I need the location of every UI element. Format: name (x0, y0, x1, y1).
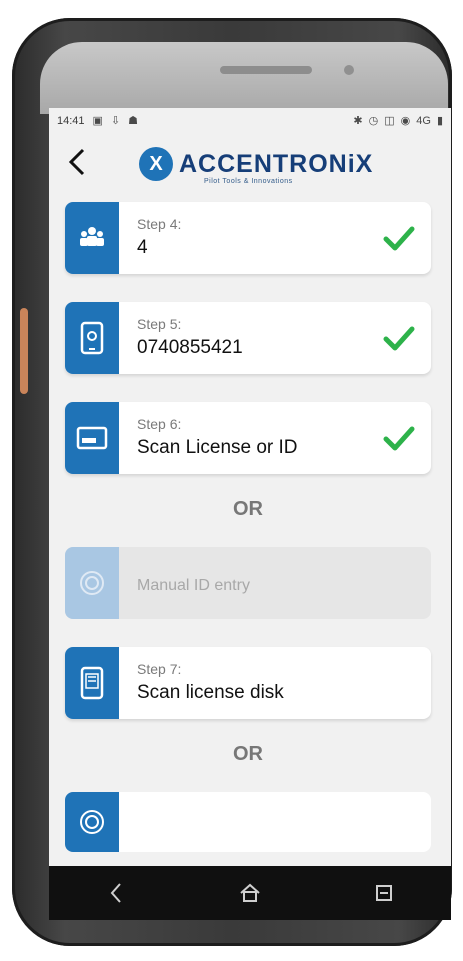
checkmark-icon (383, 426, 415, 451)
next-option-card[interactable] (65, 792, 431, 852)
manual-id-entry-card[interactable]: Manual ID entry (65, 547, 431, 619)
checkmark-icon (383, 226, 415, 251)
front-sensor (344, 65, 354, 75)
logo-mark: X (139, 147, 173, 181)
step-6-card[interactable]: Step 6: Scan License or ID (65, 402, 431, 474)
app-screen: 14:41 ▣ ⇩ ☗ ✱ ◷ ◫ ◉ 4G ▮ X ACCENTRONiX P… (49, 108, 451, 920)
phone-device: 14:41 ▣ ⇩ ☗ ✱ ◷ ◫ ◉ 4G ▮ X ACCENTRONiX P… (12, 18, 452, 946)
accentronix-logo: X ACCENTRONiX (139, 146, 373, 182)
chevron-left-icon (68, 148, 85, 176)
or-separator: OR (233, 498, 263, 520)
battery-icon: ▮ (436, 114, 443, 127)
step-4-card[interactable]: Step 4: 4 (65, 202, 431, 274)
app-header: X ACCENTRONiX Pilot Tools & Innovations (49, 134, 451, 192)
image-icon: ▣ (92, 114, 103, 127)
nav-back-button[interactable] (98, 875, 134, 911)
nav-back-icon (110, 883, 121, 903)
step-value: Scan License or ID (137, 437, 298, 458)
status-bar: 14:41 ▣ ⇩ ☗ ✱ ◷ ◫ ◉ 4G ▮ (49, 108, 451, 134)
people-icon (65, 202, 119, 274)
phone-icon (65, 302, 119, 374)
accessibility-icon: ☗ (128, 114, 139, 127)
back-button[interactable] (61, 146, 93, 178)
manual-entry-label: Manual ID entry (137, 577, 250, 594)
recents-icon (376, 885, 392, 901)
vibrate-icon: ◫ (384, 114, 395, 127)
checkmark-icon (383, 326, 415, 351)
volume-button (20, 308, 28, 394)
step-value: 4 (137, 237, 148, 258)
lte-icon: 4G (416, 114, 431, 127)
step-label: Step 7: (137, 661, 182, 677)
logo-text: ACCENTRONiX (179, 149, 374, 178)
wifi-icon: ◉ (400, 114, 411, 127)
nav-home-button[interactable] (232, 875, 268, 911)
step-label: Step 5: (137, 316, 182, 332)
nav-recents-button[interactable] (366, 875, 402, 911)
home-icon (240, 883, 260, 902)
download-icon: ⇩ (110, 114, 121, 127)
step-label: Step 4: (137, 216, 182, 232)
earpiece-speaker (220, 66, 312, 74)
alarm-icon: ◷ (368, 114, 379, 127)
step-7-card[interactable]: Step 7: Scan license disk (65, 647, 431, 719)
bluetooth-icon: ✱ (353, 114, 363, 127)
fingerprint-icon (65, 547, 119, 619)
license-disk-icon (65, 647, 119, 719)
step-value: 0740855421 (137, 337, 243, 358)
id-card-icon (65, 402, 119, 474)
logo-tagline: Pilot Tools & Innovations (204, 178, 293, 185)
scan-icon (65, 792, 119, 852)
or-separator: OR (233, 743, 263, 765)
step-value: Scan license disk (137, 682, 284, 703)
status-time: 14:41 (57, 115, 85, 127)
device-top-bezel (40, 42, 448, 114)
android-nav-bar (49, 866, 451, 920)
steps-list: Step 4: 4 Step 5: 0740855421 Step 6: Sca… (65, 202, 435, 852)
step-5-card[interactable]: Step 5: 0740855421 (65, 302, 431, 374)
step-label: Step 6: (137, 416, 182, 432)
